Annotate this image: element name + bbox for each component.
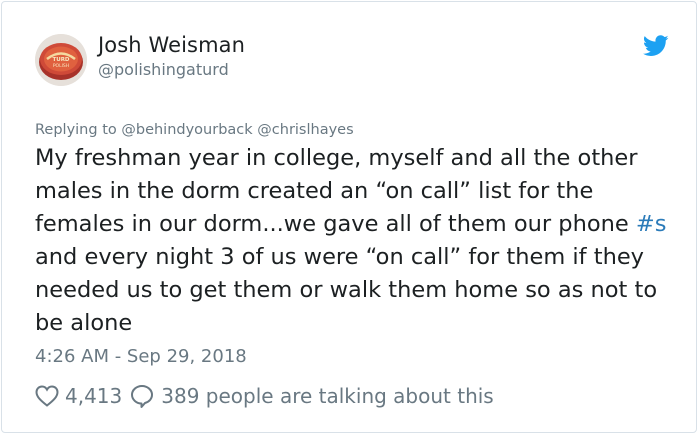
- like-count: 4,413: [65, 384, 123, 408]
- tweet-actions: 4,413 389 people are talking about this: [35, 381, 494, 411]
- avatar[interactable]: TURD POLISH: [35, 34, 87, 86]
- reply-prefix: Replying to: [35, 122, 117, 138]
- timestamp[interactable]: 4:26 AM - Sep 29, 2018: [35, 346, 247, 367]
- hashtag-link[interactable]: #s: [636, 211, 667, 237]
- speech-bubble-icon[interactable]: [130, 384, 154, 408]
- svg-text:TURD: TURD: [52, 57, 69, 63]
- tweet-text-part1: My freshman year in college, myself and …: [35, 145, 638, 237]
- reply-context: Replying to @behindyourback @chrislhayes: [35, 122, 354, 138]
- like-action[interactable]: 4,413: [35, 384, 122, 408]
- tin-can-logo-icon: TURD POLISH: [35, 34, 87, 86]
- talking-count-text: 389 people are talking about this: [161, 384, 494, 408]
- reply-action[interactable]: 389 people are talking about this: [130, 384, 494, 408]
- tweet-text-part2: and every night 3 of us were “on call” f…: [35, 244, 658, 336]
- author-handle[interactable]: @polishingaturd: [98, 60, 229, 79]
- tweet-card: TURD POLISH Josh Weisman @polishingaturd…: [1, 1, 697, 433]
- tweet-text: My freshman year in college, myself and …: [35, 142, 675, 340]
- reply-mention-chrislhayes[interactable]: @chrislhayes: [257, 122, 353, 138]
- heart-icon[interactable]: [35, 385, 59, 407]
- twitter-bird-icon[interactable]: [643, 35, 669, 57]
- reply-mention-behindyourback[interactable]: @behindyourback: [121, 122, 252, 138]
- author-name[interactable]: Josh Weisman: [98, 33, 245, 57]
- svg-text:POLISH: POLISH: [53, 63, 69, 69]
